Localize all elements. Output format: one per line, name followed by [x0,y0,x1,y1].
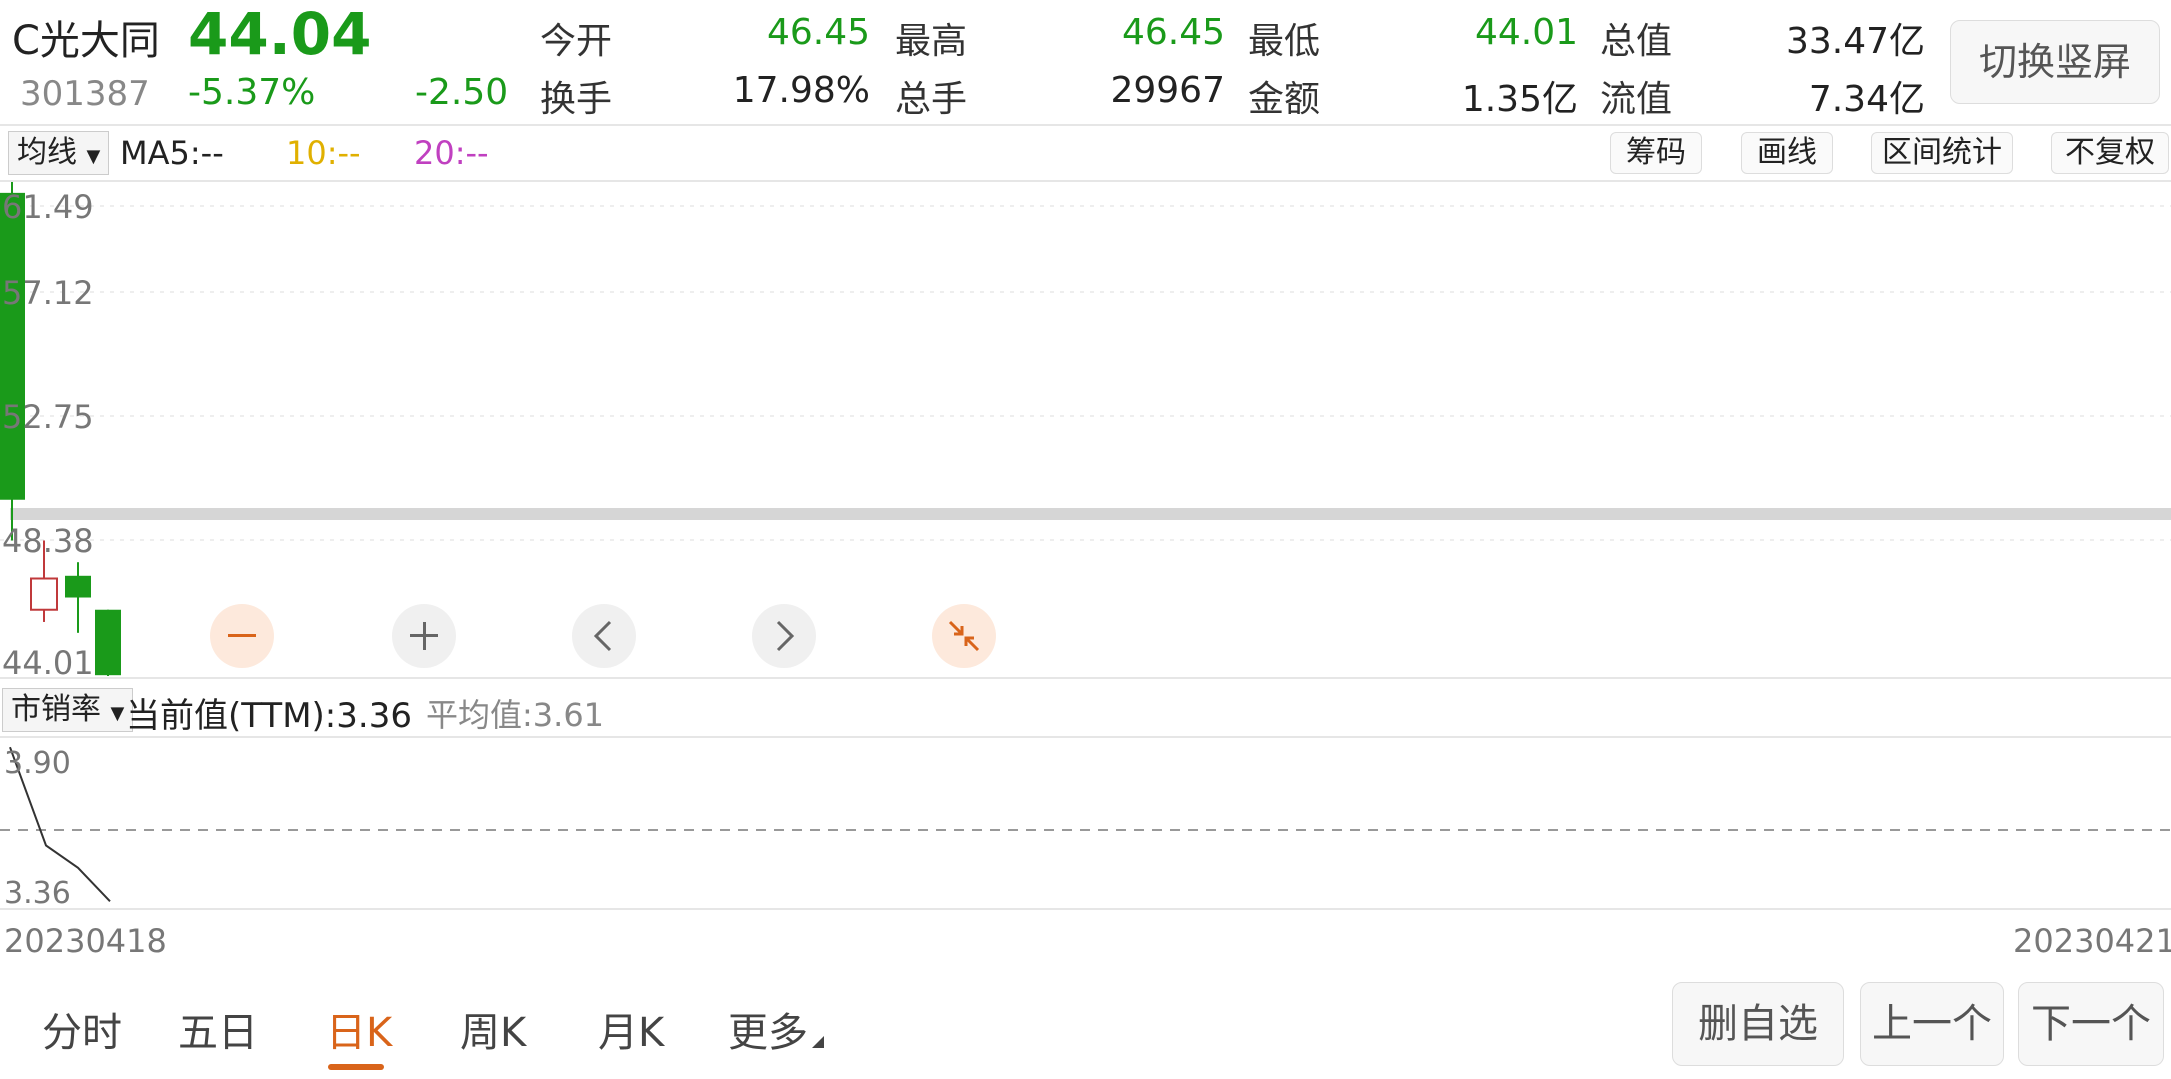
scroll-right-button[interactable] [752,604,816,668]
scroll-left-button[interactable] [572,604,636,668]
chart-split-bar [10,508,2171,520]
indicator-selector[interactable]: 市销率 ▼ [2,688,134,732]
zoom-out-button[interactable] [210,604,274,668]
candle-body [30,577,58,611]
tab-monthly-k[interactable]: 月K [598,1000,664,1058]
indicator-current-value: 当前值(TTM):3.36 [126,696,412,736]
previous-button[interactable]: 上一个 [1860,982,2004,1066]
tab-daily-k[interactable]: 日K [326,1000,392,1058]
start-date: 20230418 [4,922,167,960]
tab-weekly-k[interactable]: 周K [460,1000,526,1058]
tab-intraday[interactable]: 分时 [42,1000,122,1058]
indicator-selector-label: 市销率 [11,692,101,727]
tab-five-day[interactable]: 五日 [178,1000,258,1058]
minus-icon [228,634,256,637]
kline-axis-label-1: 61.49 [2,188,94,226]
candle-body [0,192,25,500]
remove-watchlist-button[interactable]: 删自选 [1672,982,1844,1066]
kline-axis-label-3: 52.75 [2,398,94,436]
end-date: 20230421 [2013,922,2171,960]
more-corner-icon [812,1036,824,1048]
indicator-axis-label-top: 3.90 [4,746,71,781]
dropdown-caret-icon: ▼ [110,703,125,724]
candle-body [65,575,91,598]
kline-chart[interactable] [0,0,2171,1079]
active-tab-indicator [328,1064,384,1070]
collapse-icon [948,620,980,652]
candle-body [95,609,121,676]
chevron-right-icon [776,620,795,652]
kline-axis-label-2: 57.12 [2,274,94,312]
indicator-average-value: 平均值:3.61 [426,696,605,734]
chevron-left-icon [593,620,612,652]
indicator-axis-label-bottom: 3.36 [4,876,71,911]
next-button[interactable]: 下一个 [2018,982,2164,1066]
kline-axis-label-4: 48.38 [2,522,94,560]
zoom-in-button[interactable] [392,604,456,668]
collapse-button[interactable] [932,604,996,668]
tab-more[interactable]: 更多 [728,1000,808,1058]
